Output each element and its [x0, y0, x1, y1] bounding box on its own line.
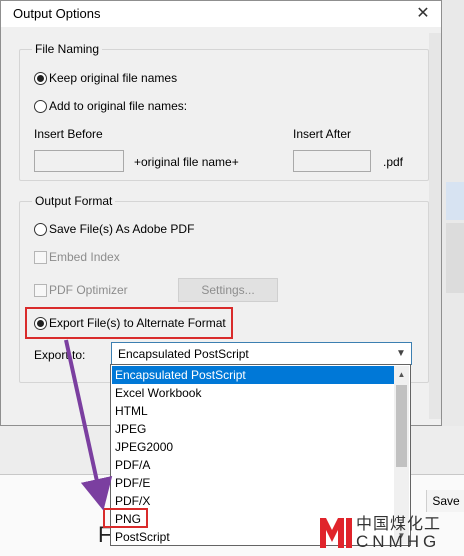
annotation-arrow-icon	[64, 339, 113, 511]
